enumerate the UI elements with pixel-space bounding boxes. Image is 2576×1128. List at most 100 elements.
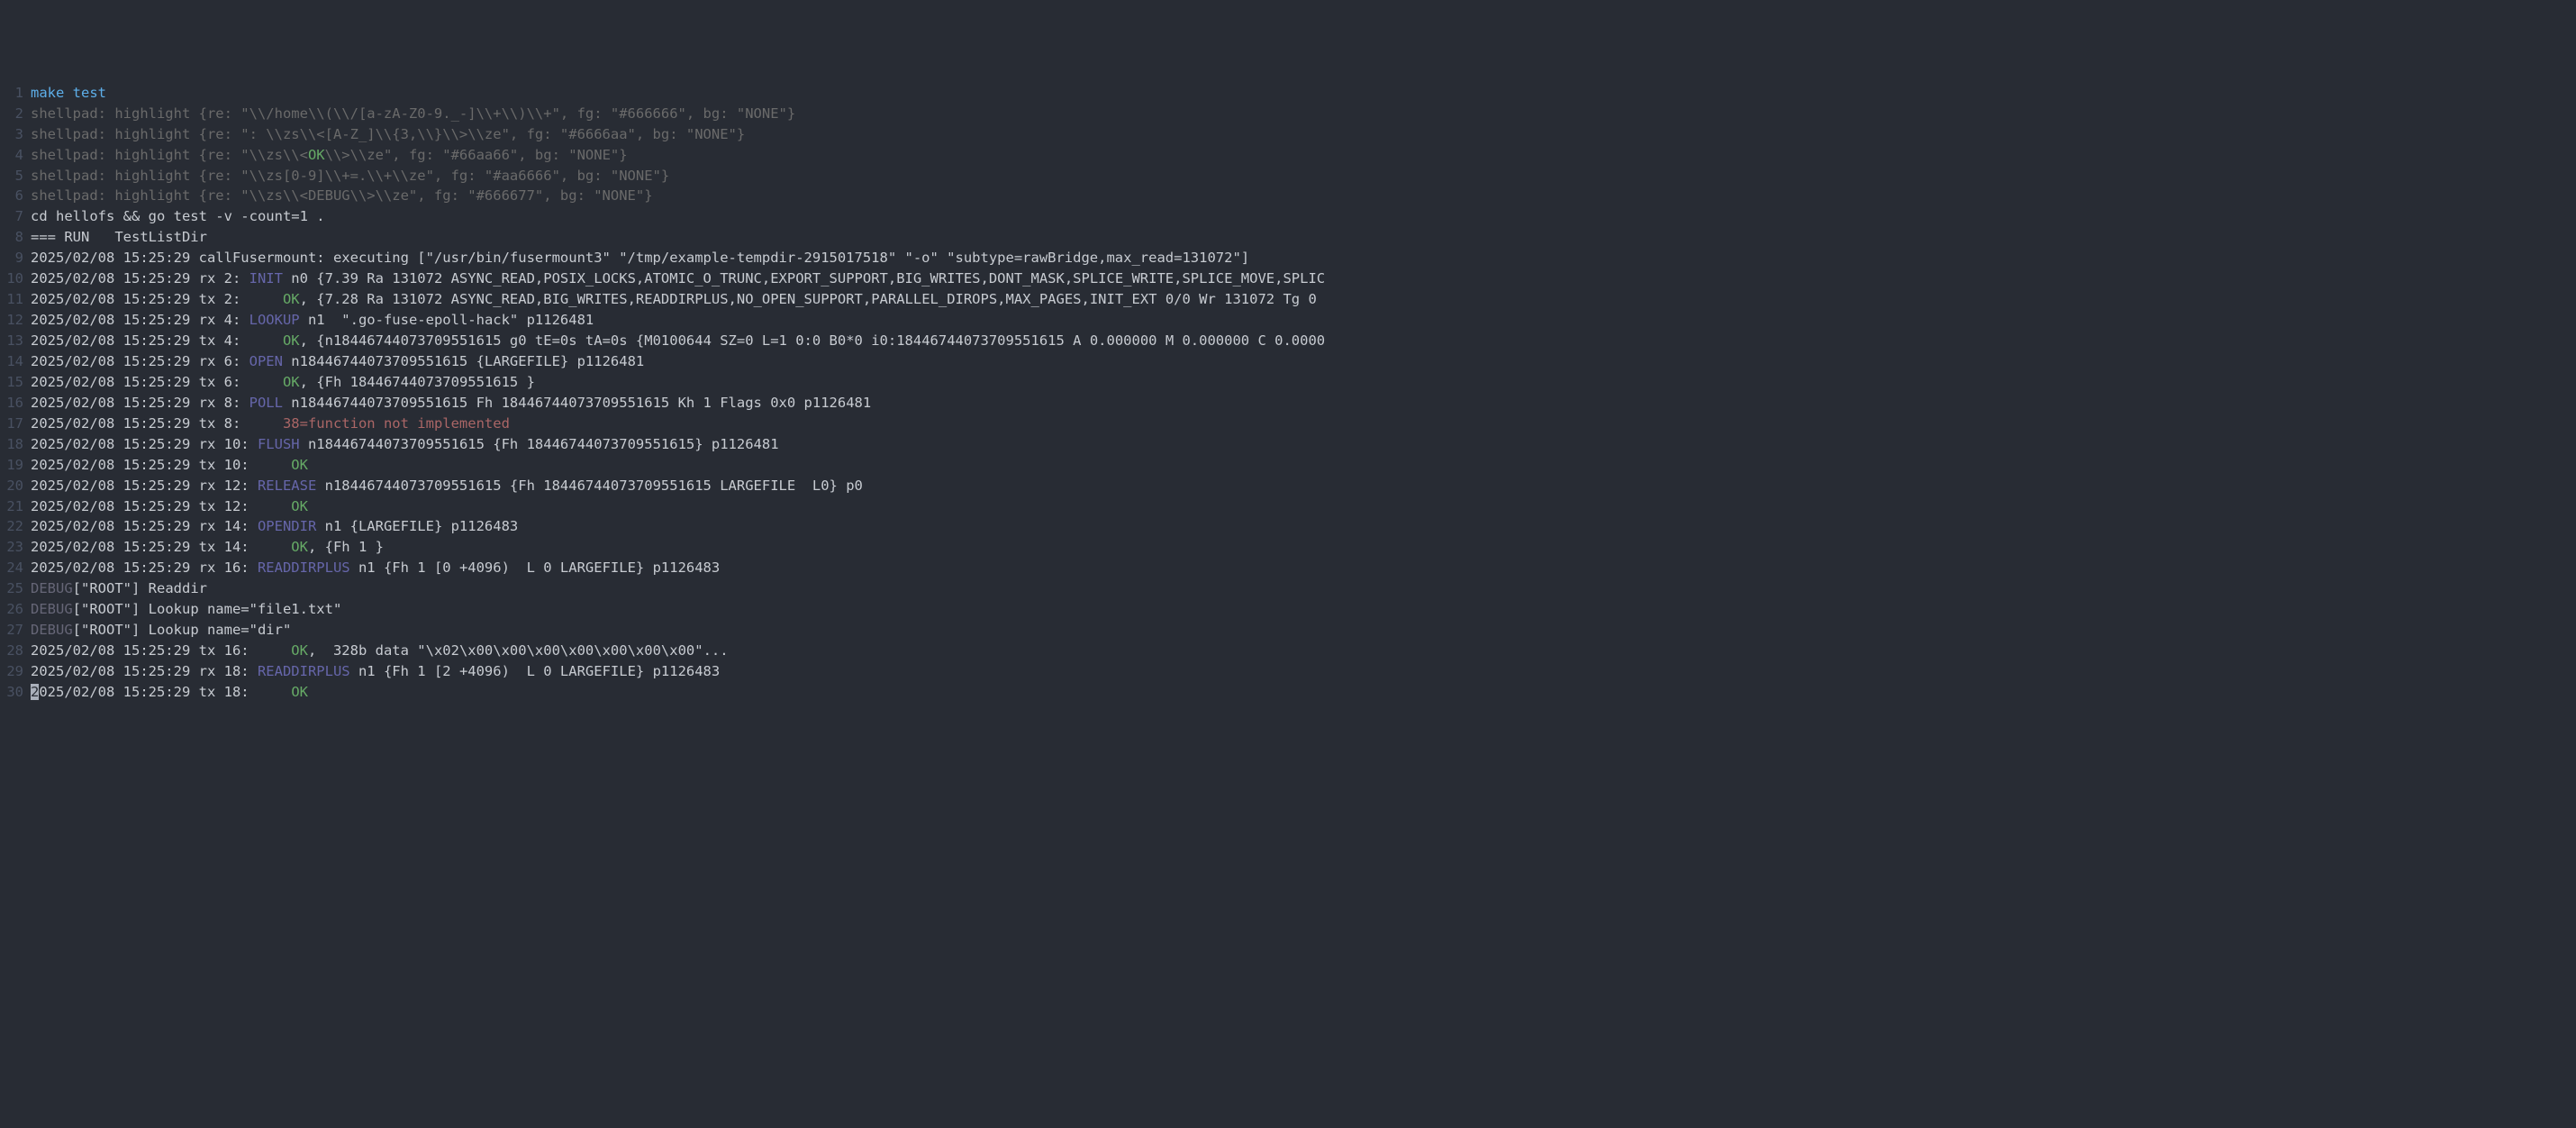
line-content[interactable]: DEBUG["ROOT"] Readdir bbox=[31, 578, 2576, 599]
line-content[interactable]: 2025/02/08 15:25:29 rx 2: INIT n0 {7.39 … bbox=[31, 268, 2576, 289]
code-line[interactable]: 6shellpad: highlight {re: "\\zs\\<DEBUG\… bbox=[0, 186, 2576, 206]
code-line[interactable]: 3shellpad: highlight {re: ": \\zs\\<[A-Z… bbox=[0, 124, 2576, 145]
line-content[interactable]: 2025/02/08 15:25:29 tx 18: OK bbox=[31, 682, 2576, 703]
token: OPENDIR bbox=[258, 518, 316, 534]
code-line[interactable]: 102025/02/08 15:25:29 rx 2: INIT n0 {7.3… bbox=[0, 268, 2576, 289]
token: n18446744073709551615 Fh 184467440737095… bbox=[283, 395, 871, 411]
token: 2025/02/08 15:25:29 rx 14: bbox=[31, 518, 258, 534]
token: POLL bbox=[249, 395, 283, 411]
code-line[interactable]: 192025/02/08 15:25:29 tx 10: OK bbox=[0, 455, 2576, 476]
line-content[interactable]: === RUN TestListDir bbox=[31, 227, 2576, 248]
code-line[interactable]: 292025/02/08 15:25:29 rx 18: READDIRPLUS… bbox=[0, 661, 2576, 682]
token: 2025/02/08 15:25:29 tx 6: bbox=[31, 374, 283, 390]
line-number: 27 bbox=[0, 620, 31, 641]
token: 2025/02/08 15:25:29 tx 10: bbox=[31, 457, 291, 473]
code-line[interactable]: 1make test bbox=[0, 83, 2576, 104]
line-number: 13 bbox=[0, 331, 31, 351]
code-line[interactable]: 27DEBUG["ROOT"] Lookup name="dir" bbox=[0, 620, 2576, 641]
code-line[interactable]: 112025/02/08 15:25:29 tx 2: OK, {7.28 Ra… bbox=[0, 289, 2576, 310]
code-line[interactable]: 152025/02/08 15:25:29 tx 6: OK, {Fh 1844… bbox=[0, 372, 2576, 393]
code-line[interactable]: 122025/02/08 15:25:29 rx 4: LOOKUP n1 ".… bbox=[0, 310, 2576, 331]
code-line[interactable]: 25DEBUG["ROOT"] Readdir bbox=[0, 578, 2576, 599]
token: n1 {Fh 1 [0 +4096) L 0 LARGEFILE} p11264… bbox=[350, 559, 721, 576]
line-content[interactable]: 2025/02/08 15:25:29 tx 10: OK bbox=[31, 455, 2576, 476]
code-line[interactable]: 4shellpad: highlight {re: "\\zs\\<OK\\>\… bbox=[0, 145, 2576, 166]
line-content[interactable]: 2025/02/08 15:25:29 rx 8: POLL n18446744… bbox=[31, 393, 2576, 414]
line-number: 18 bbox=[0, 434, 31, 455]
line-content[interactable]: 2025/02/08 15:25:29 rx 10: FLUSH n184467… bbox=[31, 434, 2576, 455]
line-content[interactable]: 2025/02/08 15:25:29 rx 12: RELEASE n1844… bbox=[31, 476, 2576, 496]
line-content[interactable]: shellpad: highlight {re: "\\zs\\<DEBUG\\… bbox=[31, 186, 2576, 206]
line-number: 22 bbox=[0, 516, 31, 537]
line-number: 17 bbox=[0, 414, 31, 434]
line-content[interactable]: 2025/02/08 15:25:29 callFusermount: exec… bbox=[31, 248, 2576, 268]
code-line[interactable]: 242025/02/08 15:25:29 rx 16: READDIRPLUS… bbox=[0, 558, 2576, 578]
line-content[interactable]: 2025/02/08 15:25:29 tx 12: OK bbox=[31, 496, 2576, 517]
code-line[interactable]: 132025/02/08 15:25:29 tx 4: OK, {n184467… bbox=[0, 331, 2576, 351]
code-line[interactable]: 92025/02/08 15:25:29 callFusermount: exe… bbox=[0, 248, 2576, 268]
code-line[interactable]: 142025/02/08 15:25:29 rx 6: OPEN n184467… bbox=[0, 351, 2576, 372]
token: n1 ".go-fuse-epoll-hack" p1126481 bbox=[300, 312, 594, 328]
code-line[interactable]: 172025/02/08 15:25:29 tx 8: 38=function … bbox=[0, 414, 2576, 434]
token: 2025/02/08 15:25:29 callFusermount: exec… bbox=[31, 250, 1249, 266]
code-line[interactable]: 7cd hellofs && go test -v -count=1 . bbox=[0, 206, 2576, 227]
line-content[interactable]: 2025/02/08 15:25:29 tx 4: OK, {n18446744… bbox=[31, 331, 2576, 351]
token: 2025/02/08 15:25:29 rx 4: bbox=[31, 312, 249, 328]
token: 2025/02/08 15:25:29 tx 8: bbox=[31, 415, 283, 432]
token: OK bbox=[283, 374, 300, 390]
line-content[interactable]: 2025/02/08 15:25:29 tx 14: OK, {Fh 1 } bbox=[31, 537, 2576, 558]
code-line[interactable]: 26DEBUG["ROOT"] Lookup name="file1.txt" bbox=[0, 599, 2576, 620]
line-content[interactable]: shellpad: highlight {re: ": \\zs\\<[A-Z_… bbox=[31, 124, 2576, 145]
token: 2025/02/08 15:25:29 rx 18: bbox=[31, 663, 258, 679]
line-content[interactable]: 2025/02/08 15:25:29 tx 2: OK, {7.28 Ra 1… bbox=[31, 289, 2576, 310]
code-line[interactable]: 162025/02/08 15:25:29 rx 8: POLL n184467… bbox=[0, 393, 2576, 414]
token: READDIRPLUS bbox=[258, 663, 350, 679]
line-content[interactable]: DEBUG["ROOT"] Lookup name="file1.txt" bbox=[31, 599, 2576, 620]
code-line[interactable]: 282025/02/08 15:25:29 tx 16: OK, 328b da… bbox=[0, 641, 2576, 661]
token: DEBUG bbox=[31, 622, 73, 638]
line-number: 4 bbox=[0, 145, 31, 166]
line-content[interactable]: 2025/02/08 15:25:29 rx 6: OPEN n18446744… bbox=[31, 351, 2576, 372]
code-line[interactable]: 212025/02/08 15:25:29 tx 12: OK bbox=[0, 496, 2576, 517]
token: FLUSH bbox=[258, 436, 300, 452]
line-content[interactable]: 2025/02/08 15:25:29 tx 8: 38=function no… bbox=[31, 414, 2576, 434]
token: READDIRPLUS bbox=[258, 559, 350, 576]
token: OK bbox=[291, 498, 308, 514]
line-content[interactable]: shellpad: highlight {re: "\\zs[0-9]\\+=.… bbox=[31, 166, 2576, 186]
line-content[interactable]: 2025/02/08 15:25:29 rx 4: LOOKUP n1 ".go… bbox=[31, 310, 2576, 331]
line-content[interactable]: shellpad: highlight {re: "\\zs\\<OK\\>\\… bbox=[31, 145, 2576, 166]
line-content[interactable]: cd hellofs && go test -v -count=1 . bbox=[31, 206, 2576, 227]
line-content[interactable]: DEBUG["ROOT"] Lookup name="dir" bbox=[31, 620, 2576, 641]
line-content[interactable]: 2025/02/08 15:25:29 rx 16: READDIRPLUS n… bbox=[31, 558, 2576, 578]
line-content[interactable]: 2025/02/08 15:25:29 tx 16: OK, 328b data… bbox=[31, 641, 2576, 661]
token: OK bbox=[283, 332, 300, 349]
token: , {7.28 Ra 131072 ASYNC_READ,BIG_WRITES,… bbox=[300, 291, 1317, 307]
line-number: 12 bbox=[0, 310, 31, 331]
line-content[interactable]: make test bbox=[31, 83, 2576, 104]
token: n18446744073709551615 {LARGEFILE} p11264… bbox=[283, 353, 644, 369]
code-line[interactable]: 222025/02/08 15:25:29 rx 14: OPENDIR n1 … bbox=[0, 516, 2576, 537]
code-line[interactable]: 182025/02/08 15:25:29 rx 10: FLUSH n1844… bbox=[0, 434, 2576, 455]
code-line[interactable]: 8=== RUN TestListDir bbox=[0, 227, 2576, 248]
line-content[interactable]: 2025/02/08 15:25:29 rx 18: READDIRPLUS n… bbox=[31, 661, 2576, 682]
token: OK bbox=[291, 642, 308, 659]
line-content[interactable]: 2025/02/08 15:25:29 tx 6: OK, {Fh 184467… bbox=[31, 372, 2576, 393]
code-line[interactable]: 202025/02/08 15:25:29 rx 12: RELEASE n18… bbox=[0, 476, 2576, 496]
token: \\>\\ze", fg: "#66aa66", bg: "NONE"} bbox=[325, 147, 628, 163]
token: 2025/02/08 15:25:29 rx 12: bbox=[31, 478, 258, 494]
token: shellpad: highlight {re: "\\/home\\(\\/[… bbox=[31, 105, 795, 122]
code-line[interactable]: 232025/02/08 15:25:29 tx 14: OK, {Fh 1 } bbox=[0, 537, 2576, 558]
token: OK bbox=[291, 457, 308, 473]
code-editor[interactable]: 1make test2shellpad: highlight {re: "\\/… bbox=[0, 83, 2576, 703]
token: 2025/02/08 15:25:29 tx 12: bbox=[31, 498, 291, 514]
code-line[interactable]: 2shellpad: highlight {re: "\\/home\\(\\/… bbox=[0, 104, 2576, 124]
token: n18446744073709551615 {Fh 18446744073709… bbox=[316, 478, 863, 494]
line-content[interactable]: 2025/02/08 15:25:29 rx 14: OPENDIR n1 {L… bbox=[31, 516, 2576, 537]
token: 2025/02/08 15:25:29 rx 10: bbox=[31, 436, 258, 452]
code-line[interactable]: 5shellpad: highlight {re: "\\zs[0-9]\\+=… bbox=[0, 166, 2576, 186]
token: make test bbox=[31, 85, 106, 101]
line-content[interactable]: shellpad: highlight {re: "\\/home\\(\\/[… bbox=[31, 104, 2576, 124]
token: n0 {7.39 Ra 131072 ASYNC_READ,POSIX_LOCK… bbox=[283, 270, 1325, 287]
token: , {n18446744073709551615 g0 tE=0s tA=0s … bbox=[300, 332, 1325, 349]
code-line[interactable]: 302025/02/08 15:25:29 tx 18: OK bbox=[0, 682, 2576, 703]
